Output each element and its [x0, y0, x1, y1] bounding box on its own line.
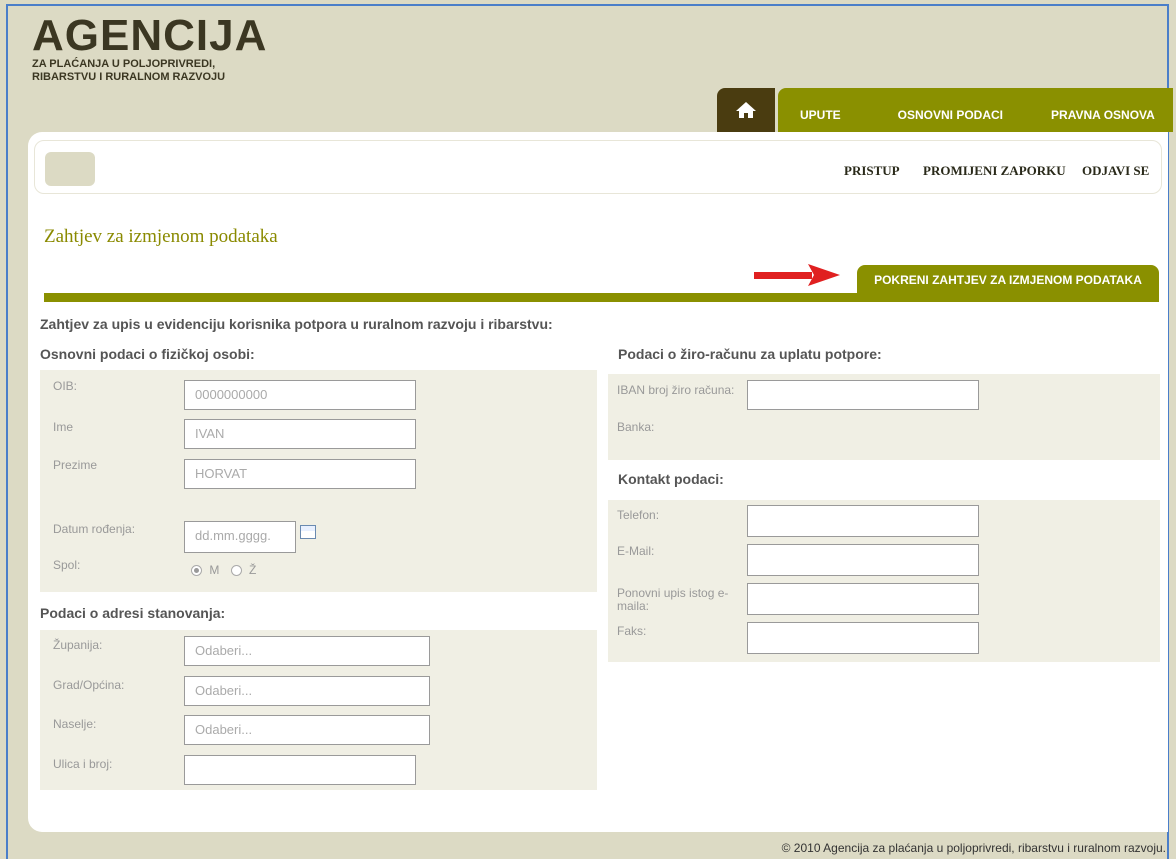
- page-title: Zahtjev za izmjenom podataka: [44, 226, 278, 247]
- email2-label: Ponovni upis istog e-maila:: [617, 586, 729, 613]
- faks-input[interactable]: [747, 622, 979, 654]
- faks-label: Faks:: [617, 624, 647, 638]
- dob-label: Datum rođenja:: [53, 522, 136, 536]
- zupanija-select[interactable]: Odaberi...: [184, 636, 430, 666]
- red-arrow-icon: [754, 264, 840, 286]
- radio-m[interactable]: [191, 565, 202, 577]
- link-promijeni-zaporku[interactable]: PROMIJENI ZAPORKU: [923, 163, 1066, 179]
- nav-pravna-osnova[interactable]: PRAVNA OSNOVA: [1051, 98, 1155, 122]
- bank-heading: Podaci o žiro-računu za uplatu potpore:: [618, 346, 882, 362]
- banka-label: Banka:: [617, 420, 655, 434]
- nav-home-tab[interactable]: [717, 88, 775, 132]
- start-change-request-tab[interactable]: POKRENI ZAHTJEV ZA IZMJENOM PODATAKA: [857, 265, 1159, 295]
- ulica-input[interactable]: [184, 755, 416, 785]
- naselje-label: Naselje:: [53, 717, 97, 731]
- gender-radio-group: M Ž: [191, 563, 256, 577]
- sub-navigation: PRISTUP PROMIJENI ZAPORKU ODJAVI SE: [34, 140, 1162, 194]
- oib-input[interactable]: 0000000000: [184, 380, 416, 410]
- prezime-input[interactable]: HORVAT: [184, 459, 416, 489]
- agency-logo[interactable]: AGENCIJA: [32, 14, 267, 58]
- main-nav: UPUTE OSNOVNI PODACI PRAVNA OSNOVA: [717, 88, 1173, 132]
- iban-input[interactable]: [747, 380, 979, 410]
- footer-copyright: © 2010 Agencija za plaćanja u poljoprivr…: [781, 841, 1166, 855]
- ime-label: Ime: [53, 420, 74, 434]
- home-icon: [736, 102, 756, 118]
- grad-label: Grad/Općina:: [53, 678, 125, 692]
- calendar-icon[interactable]: [300, 525, 316, 539]
- link-pristup[interactable]: PRISTUP: [844, 163, 900, 179]
- subnav-placeholder: [45, 152, 95, 186]
- personal-heading: Osnovni podaci o fizičkoj osobi:: [40, 346, 255, 362]
- prezime-label: Prezime: [53, 458, 98, 472]
- dob-input[interactable]: dd.mm.gggg.: [184, 521, 296, 553]
- form-title: Zahtjev za upis u evidenciju korisnika p…: [40, 316, 553, 332]
- radio-z[interactable]: [230, 565, 242, 577]
- email-input[interactable]: [747, 544, 979, 576]
- address-heading: Podaci o adresi stanovanja:: [40, 605, 226, 621]
- nav-osnovni-podaci[interactable]: OSNOVNI PODACI: [898, 98, 1003, 122]
- telefon-label: Telefon:: [617, 508, 660, 522]
- naselje-select[interactable]: Odaberi...: [184, 715, 430, 745]
- agency-logo-subtitle: ZA PLAĆANJA U POLJOPRIVREDI, RIBARSTVU I…: [32, 58, 226, 83]
- iban-label: IBAN broj žiro računa:: [617, 383, 735, 397]
- ulica-label: Ulica i broj:: [53, 757, 113, 771]
- contact-heading: Kontakt podaci:: [618, 471, 724, 487]
- oib-label: OIB:: [53, 379, 78, 393]
- grad-select[interactable]: Odaberi...: [184, 676, 430, 706]
- nav-upute[interactable]: UPUTE: [800, 98, 841, 122]
- ime-input[interactable]: IVAN: [184, 419, 416, 449]
- section-divider: [44, 293, 1159, 302]
- email-label: E-Mail:: [617, 544, 655, 558]
- telefon-input[interactable]: [747, 505, 979, 537]
- email2-input[interactable]: [747, 583, 979, 615]
- spol-label: Spol:: [53, 558, 81, 572]
- nav-bar: UPUTE OSNOVNI PODACI PRAVNA OSNOVA: [778, 88, 1173, 132]
- zupanija-label: Županija:: [53, 638, 103, 652]
- link-odjavi-se[interactable]: ODJAVI SE: [1082, 163, 1149, 179]
